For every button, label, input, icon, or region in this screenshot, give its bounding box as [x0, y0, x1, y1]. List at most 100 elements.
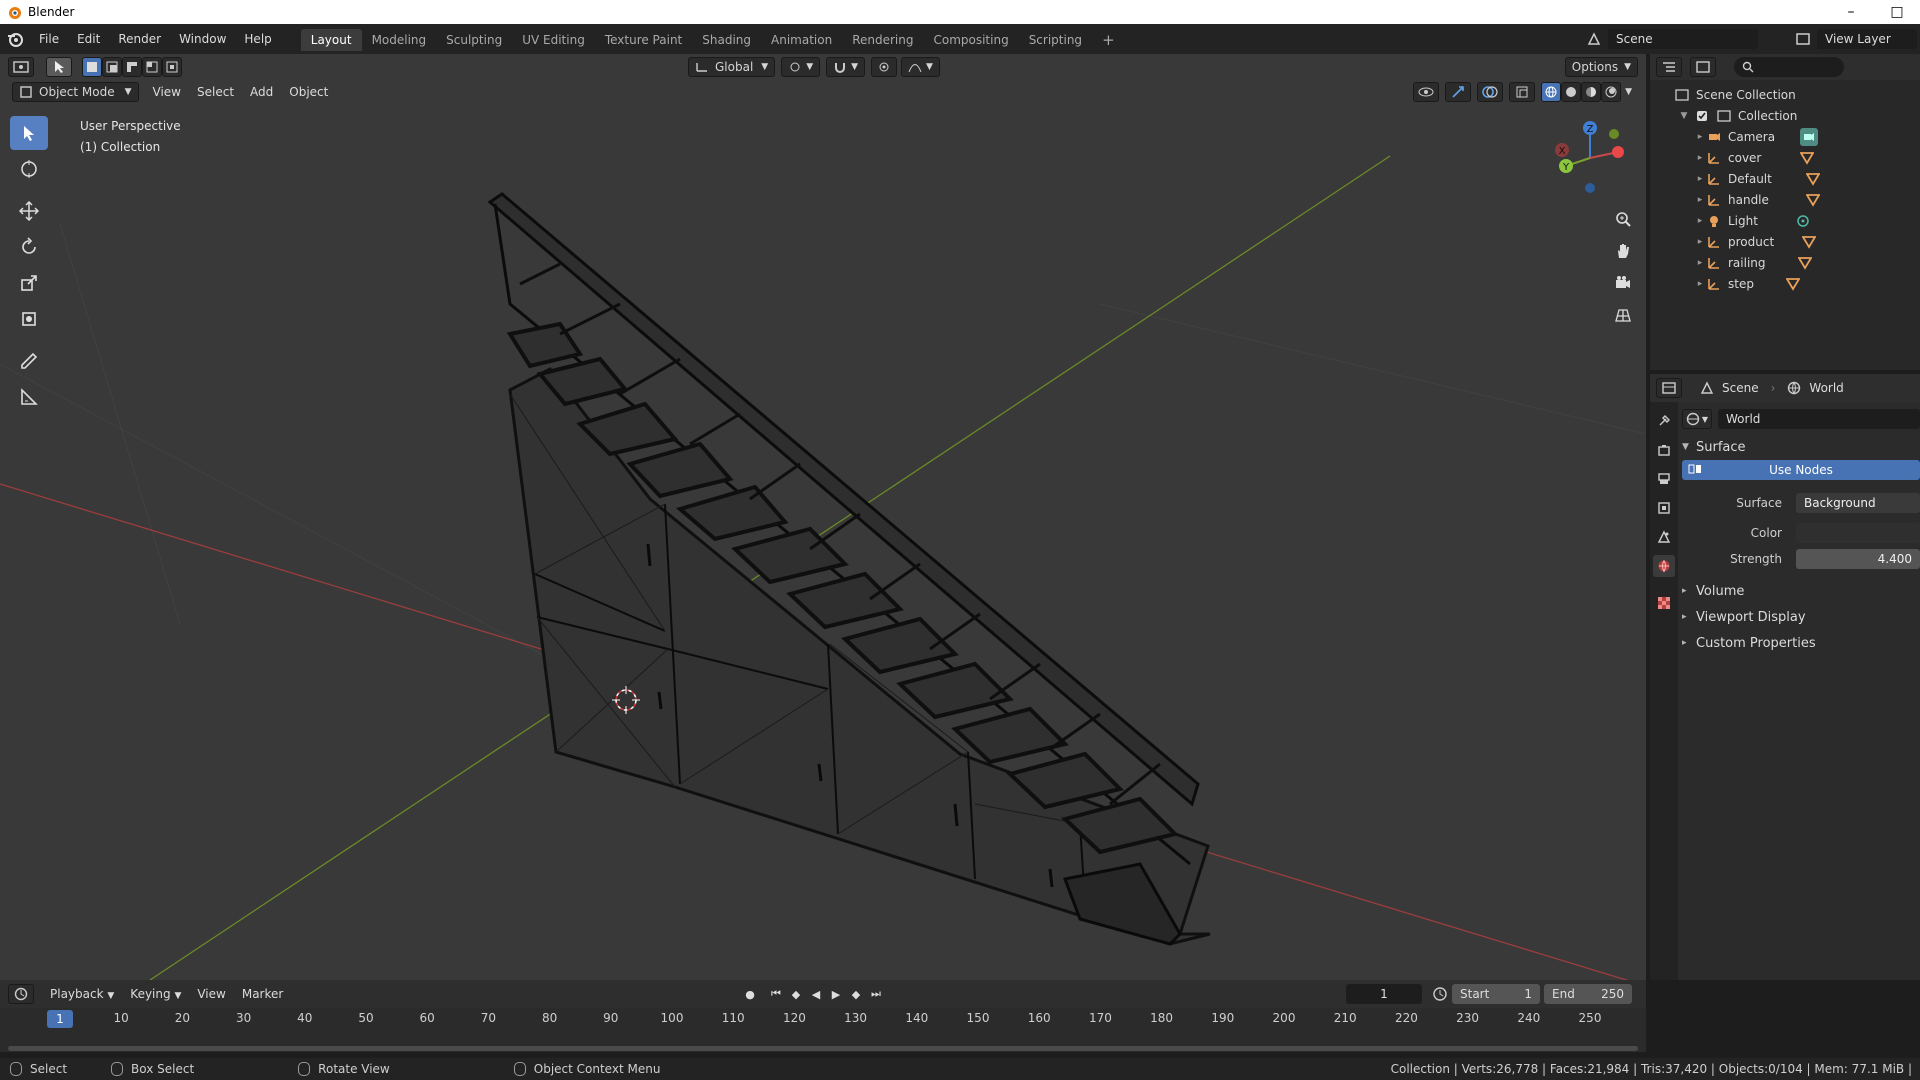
timeline-ruler[interactable]: 1 10 20 30 40 50 60 70 80 90 100 110 120 130 140 150 16…: [0, 1008, 1646, 1030]
menu-render[interactable]: Render: [109, 24, 170, 54]
tab-modeling[interactable]: Modeling: [362, 29, 437, 51]
viewport-menu-object[interactable]: Object: [281, 85, 336, 99]
blender-menu-icon[interactable]: [0, 24, 30, 54]
world-name-field[interactable]: World: [1718, 409, 1920, 429]
display-mode-icon[interactable]: [1690, 57, 1716, 77]
start-frame-field[interactable]: Start 1: [1452, 984, 1540, 1004]
select-invert-icon[interactable]: [142, 57, 162, 77]
cursor-tool[interactable]: [10, 152, 48, 186]
world-browse-icon[interactable]: ▼: [1682, 409, 1712, 429]
view-layer-tab-icon[interactable]: [1653, 497, 1675, 519]
material-shading-icon[interactable]: [1581, 82, 1602, 102]
outliner-item[interactable]: ▸ railing: [1650, 252, 1920, 273]
timeline-scrollbar[interactable]: [8, 1046, 1638, 1051]
outliner-search-input[interactable]: [1734, 57, 1844, 77]
viewport-scene[interactable]: [0, 104, 1646, 980]
add-workspace-button[interactable]: +: [1092, 29, 1125, 51]
camera-data-icon[interactable]: [1800, 128, 1818, 146]
mesh-data-icon[interactable]: [1798, 149, 1816, 167]
measure-tool[interactable]: [10, 380, 48, 414]
pan-hand-icon[interactable]: [1608, 236, 1638, 266]
transform-tool[interactable]: [10, 302, 48, 336]
transform-orientation-dropdown[interactable]: Global ▼: [688, 57, 776, 77]
select-box-tool[interactable]: [10, 116, 48, 150]
view-layer-selector[interactable]: View Layer: [1795, 28, 1917, 50]
render-tab-icon[interactable]: [1653, 439, 1675, 461]
mesh-data-icon[interactable]: [1804, 170, 1822, 188]
outliner-collection[interactable]: ▼ Collection: [1650, 105, 1920, 126]
options-dropdown[interactable]: Options ▼: [1564, 57, 1638, 77]
viewport-display-section-header[interactable]: ▸ Viewport Display: [1682, 604, 1920, 630]
texture-tab-icon[interactable]: [1653, 592, 1675, 614]
end-frame-field[interactable]: End 250: [1544, 984, 1632, 1004]
output-tab-icon[interactable]: [1653, 468, 1675, 490]
mode-dropdown[interactable]: Object Mode ▼: [12, 82, 139, 102]
expand-arrow-icon[interactable]: ▸: [1694, 279, 1706, 289]
properties-editor-type-icon[interactable]: [1656, 378, 1682, 398]
outliner-item[interactable]: ▸ Camera: [1650, 126, 1920, 147]
rotate-tool[interactable]: [10, 230, 48, 264]
outliner-item[interactable]: ▸ Light: [1650, 210, 1920, 231]
jump-end-icon[interactable]: ⏭: [866, 984, 886, 1004]
viewport-menu-select[interactable]: Select: [189, 85, 242, 99]
tab-animation[interactable]: Animation: [761, 29, 842, 51]
menu-file[interactable]: File: [30, 24, 68, 54]
use-nodes-button[interactable]: Use Nodes: [1682, 460, 1920, 480]
expand-arrow-icon[interactable]: ▸: [1694, 153, 1706, 163]
collapsed-arrow-icon[interactable]: ▸: [1682, 638, 1696, 648]
timeline-editor-type-icon[interactable]: [8, 984, 34, 1004]
mesh-data-icon[interactable]: [1804, 191, 1822, 209]
surface-shader-dropdown[interactable]: Background: [1796, 493, 1920, 513]
select-new-icon[interactable]: [82, 57, 102, 77]
zoom-icon[interactable]: [1608, 204, 1638, 234]
custom-properties-section-header[interactable]: ▸ Custom Properties: [1682, 630, 1920, 656]
timeline-menu-view[interactable]: View: [189, 987, 233, 1001]
world-tab-icon[interactable]: [1653, 555, 1675, 577]
jump-keyframe-back-icon[interactable]: ◆: [786, 984, 806, 1004]
collapsed-arrow-icon[interactable]: ▸: [1682, 612, 1696, 622]
world-datablock-selector[interactable]: ▼ World: [1682, 408, 1920, 430]
tab-scripting[interactable]: Scripting: [1019, 29, 1092, 51]
view-layer-field[interactable]: View Layer: [1817, 29, 1917, 49]
select-intersect-icon[interactable]: [162, 57, 182, 77]
menu-window[interactable]: Window: [170, 24, 235, 54]
wireframe-shading-icon[interactable]: [1541, 82, 1562, 102]
tab-shading[interactable]: Shading: [692, 29, 761, 51]
collapsed-arrow-icon[interactable]: ▸: [1682, 586, 1696, 596]
overlay-toggle-icon[interactable]: [1477, 82, 1504, 102]
timeline-menu-keying[interactable]: Keying ▼: [122, 987, 189, 1001]
pivot-point-dropdown[interactable]: ▼: [781, 57, 821, 77]
select-extend-icon[interactable]: [102, 57, 122, 77]
camera-view-icon[interactable]: [1608, 268, 1638, 298]
tab-rendering[interactable]: Rendering: [842, 29, 923, 51]
expand-arrow-icon[interactable]: ▼: [1678, 111, 1690, 121]
expand-arrow-icon[interactable]: ▼: [1682, 442, 1696, 452]
tab-layout[interactable]: Layout: [300, 29, 362, 51]
tool-tab-icon[interactable]: [1653, 410, 1675, 432]
mesh-data-icon[interactable]: [1784, 275, 1802, 293]
expand-arrow-icon[interactable]: ▸: [1694, 195, 1706, 205]
timeline-menu-marker[interactable]: Marker: [234, 987, 291, 1001]
outliner-editor-type-icon[interactable]: [1656, 57, 1682, 77]
expand-arrow-icon[interactable]: ▸: [1694, 174, 1706, 184]
viewport-menu-add[interactable]: Add: [242, 85, 281, 99]
current-frame-field[interactable]: 1: [1346, 984, 1422, 1004]
3d-viewport[interactable]: Global ▼ ▼ ▼ ▼ Options ▼ Object Mode ▼ V…: [0, 54, 1646, 980]
perspective-toggle-icon[interactable]: [1608, 300, 1638, 330]
move-tool[interactable]: [10, 194, 48, 228]
color-swatch[interactable]: [1796, 523, 1920, 543]
menu-edit[interactable]: Edit: [68, 24, 109, 54]
gizmo-toggle-icon[interactable]: [1445, 82, 1472, 102]
editor-type-icon[interactable]: [8, 57, 34, 77]
outliner-item[interactable]: ▸ step: [1650, 273, 1920, 294]
scene-name-field[interactable]: Scene: [1608, 29, 1758, 49]
maximize-button[interactable]: □: [1874, 4, 1920, 20]
xray-toggle-icon[interactable]: [1509, 82, 1536, 102]
volume-section-header[interactable]: ▸ Volume: [1682, 578, 1920, 604]
playhead[interactable]: 1: [47, 1010, 73, 1028]
solid-shading-icon[interactable]: [1561, 82, 1582, 102]
snap-toggle[interactable]: ▼: [826, 57, 866, 77]
outliner-item[interactable]: ▸ handle: [1650, 189, 1920, 210]
mesh-data-icon[interactable]: [1796, 254, 1814, 272]
scene-selector[interactable]: Scene: [1586, 28, 1790, 50]
